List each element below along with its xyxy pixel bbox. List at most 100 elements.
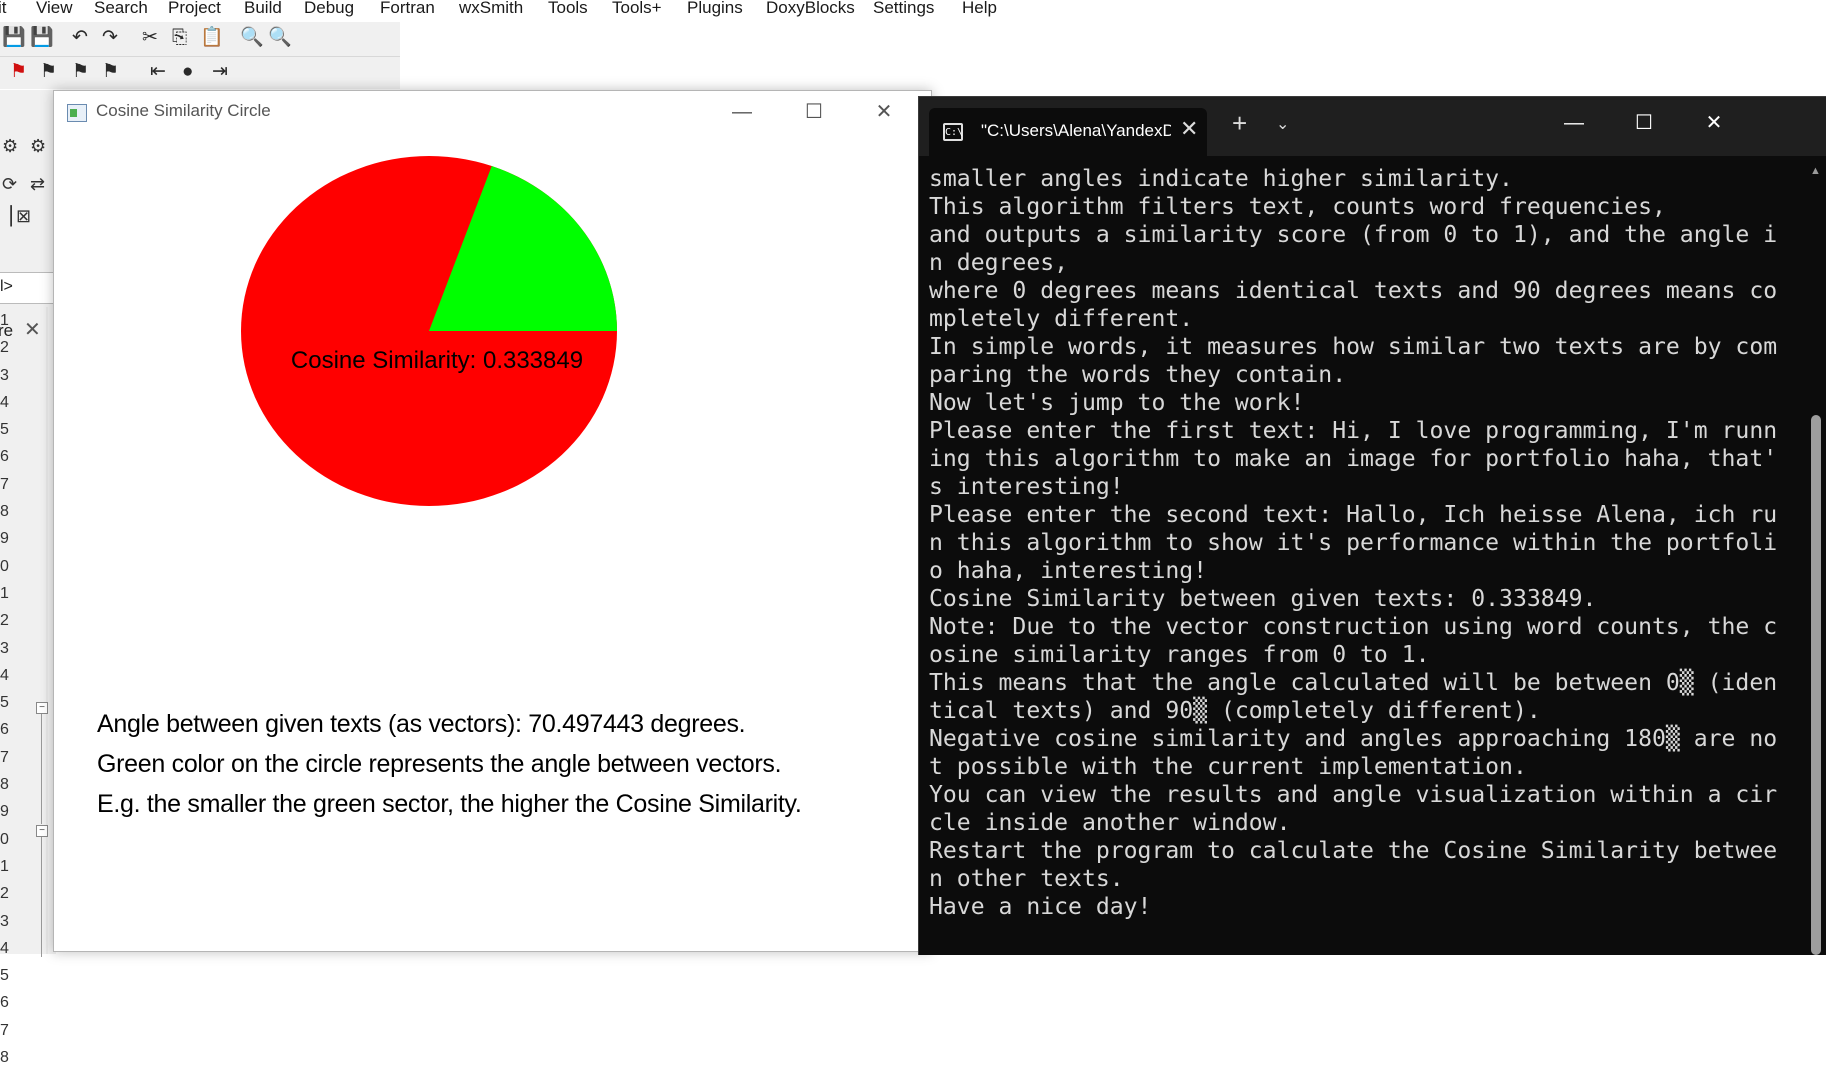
line-number: 1 (0, 312, 9, 329)
terminal-line: s interesting! (929, 474, 1124, 500)
ide-dropdown-bar[interactable]: l> (0, 272, 53, 304)
new-tab-button[interactable]: + (1232, 110, 1247, 136)
line-number: 5 (0, 421, 9, 439)
scrollbar-thumb[interactable] (1811, 415, 1821, 955)
terminal-line: paring the words they contain. (929, 362, 1347, 388)
step-forward-icon[interactable]: ⇥ (212, 60, 228, 84)
line-number: 8 (0, 776, 9, 794)
menu-item-view[interactable]: View (36, 0, 73, 18)
minimize-button[interactable]: — (719, 95, 765, 129)
refresh-icon[interactable]: ⟳ (2, 174, 17, 195)
dropdown-label: l> (0, 278, 13, 295)
bookmark-flag-icon[interactable]: ⚑ (10, 60, 27, 84)
arrow-icon[interactable]: ⇄ (30, 174, 45, 195)
terminal-line: Cosine Similarity between given texts: 0… (929, 586, 1597, 612)
close-button[interactable]: ✕ (861, 95, 907, 129)
terminal-tab-title: "C:\Users\Alena\YandexDisk\r (981, 121, 1171, 140)
terminal-line: smaller angles indicate higher similarit… (929, 166, 1513, 192)
cut-icon[interactable]: ✂ (142, 26, 158, 50)
close-icon[interactable]: ✕ (24, 317, 41, 342)
close-button[interactable]: ✕ (1684, 103, 1744, 143)
prev-bookmark-icon[interactable]: ⚑ (40, 60, 57, 84)
copy-icon[interactable]: ⎘ (172, 26, 187, 50)
fold-toggle-icon[interactable]: − (36, 702, 48, 714)
cosine-similarity-label: Cosine Similarity: 0.333849 (291, 347, 583, 374)
terminal-line: Have a nice day! (929, 894, 1152, 920)
window-titlebar[interactable]: Cosine Similarity Circle — ☐ ✕ (54, 91, 931, 135)
clear-bookmarks-icon[interactable]: ⚑ (102, 60, 119, 84)
save-icon[interactable]: 💾 (2, 26, 26, 50)
terminal-line: mpletely different. (929, 306, 1194, 332)
line-number-gutter: 1 2 3 4 5 6 7 8 9 0 1 2 3 4 5 6 7 8 9 0 1 2 3 4 5 6 7 8 (0, 307, 14, 1071)
gear-icon[interactable]: ⚙ (2, 136, 18, 157)
angle-info-text: Angle between given texts (as vectors): … (97, 710, 746, 738)
terminal-line: and outputs a similarity score (from 0 t… (929, 222, 1778, 248)
line-number: 6 (0, 994, 9, 1012)
find-icon[interactable]: 🔍 (240, 26, 264, 50)
terminal-line: where 0 degrees means identical texts an… (929, 278, 1778, 304)
paste-icon[interactable]: 📋 (200, 26, 224, 50)
terminal-scrollbar[interactable]: ▲ (1805, 165, 1826, 955)
menu-item-build[interactable]: Build (244, 0, 282, 18)
terminal-line: o haha, interesting! (929, 558, 1208, 584)
terminal-line: n degrees, (929, 250, 1069, 276)
terminal-titlebar[interactable]: C:\ "C:\Users\Alena\YandexDisk\r ✕ + ⌄ —… (919, 97, 1826, 156)
line-number: 3 (0, 639, 9, 657)
terminal-line: Now let's jump to the work! (929, 390, 1305, 416)
fold-toggle-icon[interactable]: − (36, 825, 48, 837)
next-bookmark-icon[interactable]: ⚑ (72, 60, 89, 84)
scroll-up-icon[interactable]: ▲ (1810, 165, 1821, 177)
menu-item-help[interactable]: Help (962, 0, 997, 18)
menu-item-tools-[interactable]: Tools+ (612, 0, 662, 18)
undo-icon[interactable]: ↶ (72, 26, 88, 50)
terminal-line: This algorithm filters text, counts word… (929, 194, 1666, 220)
line-number: 6 (0, 721, 9, 739)
cosine-similarity-pie-chart: Cosine Similarity: 0.333849 (241, 156, 617, 506)
redo-icon[interactable]: ↷ (102, 26, 118, 50)
fold-line (41, 837, 42, 957)
minimize-button[interactable]: — (1544, 103, 1604, 143)
record-icon[interactable]: ● (182, 60, 193, 84)
menu-item-wxsmith[interactable]: wxSmith (459, 0, 523, 18)
divider-icon: ▕ (0, 206, 12, 226)
menu-item-debug[interactable]: Debug (304, 0, 354, 18)
line-number: 7 (0, 475, 9, 493)
tab-close-button[interactable]: ✕ (1180, 116, 1198, 142)
terminal-tab[interactable]: C:\ "C:\Users\Alena\YandexDisk\r ✕ (929, 108, 1207, 156)
save-all-icon[interactable]: 💾 (30, 26, 54, 50)
gear-icon[interactable]: ⚙ (30, 136, 46, 157)
app-icon (67, 104, 87, 122)
menu-item-settings[interactable]: Settings (873, 0, 934, 18)
line-number: 0 (0, 557, 9, 575)
menu-item-tools[interactable]: Tools (548, 0, 588, 18)
maximize-button[interactable]: ☐ (791, 95, 837, 129)
maximize-button[interactable]: ☐ (1614, 103, 1674, 143)
terminal-line: This means that the angle calculated wil… (929, 670, 1778, 696)
green-color-info-text: Green color on the circle represents the… (97, 750, 782, 778)
terminal-line: Please enter the second text: Hallo, Ich… (929, 502, 1778, 528)
line-number: 2 (0, 339, 9, 357)
tab-dropdown-button[interactable]: ⌄ (1276, 114, 1289, 134)
menu-item-it[interactable]: it (0, 0, 7, 18)
window-icon[interactable]: ⊠ (16, 206, 31, 227)
replace-icon[interactable]: 🔍 (268, 26, 292, 50)
fold-gutter (46, 307, 48, 954)
step-back-icon[interactable]: ⇤ (150, 60, 166, 84)
menu-item-fortran[interactable]: Fortran (380, 0, 435, 18)
ide-menubar: it View Search Project Build Debug Fortran wxSm… (0, 0, 1826, 22)
line-number: 9 (0, 530, 9, 548)
terminal-line: n other texts. (929, 866, 1124, 892)
drawing-canvas: Cosine Similarity: 0.333849 Angle betwee… (54, 135, 931, 951)
terminal-line: Negative cosine similarity and angles ap… (929, 726, 1778, 752)
terminal-output[interactable]: smaller angles indicate higher similarit… (929, 165, 1785, 955)
menu-item-project[interactable]: Project (168, 0, 221, 18)
menu-item-plugins[interactable]: Plugins (687, 0, 743, 18)
line-number: 4 (0, 666, 9, 684)
console-icon: C:\ (943, 123, 963, 141)
terminal-line: ing this algorithm to make an image for … (929, 446, 1778, 472)
menu-item-search[interactable]: Search (94, 0, 148, 18)
terminal-line: Restart the program to calculate the Cos… (929, 838, 1778, 864)
line-number: 0 (0, 830, 9, 848)
menu-item-doxyblocks[interactable]: DoxyBlocks (766, 0, 855, 18)
line-number: 1 (0, 857, 9, 875)
